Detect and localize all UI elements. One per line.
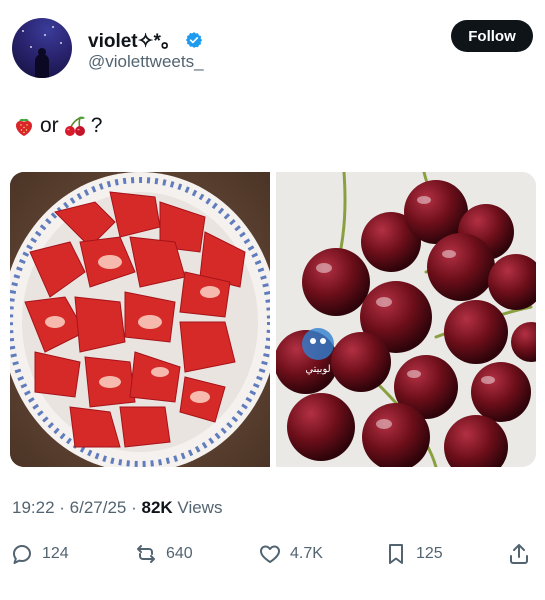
- display-name-text[interactable]: violet✧*。: [88, 26, 180, 53]
- tweet-meta: 19:22 · 6/27/25 · 82K Views: [12, 498, 222, 518]
- views-label: Views: [172, 498, 223, 517]
- views-count: 82K: [141, 498, 173, 517]
- meta-separator: ·: [126, 498, 142, 517]
- tweet-text: or ?: [12, 114, 102, 138]
- bookmark-count: 125: [416, 545, 443, 562]
- watermark-logo: لوبيتي: [302, 328, 334, 375]
- tweet-media[interactable]: لوبيتي: [10, 172, 536, 467]
- follow-button[interactable]: Follow: [451, 20, 533, 52]
- share-button[interactable]: [507, 538, 531, 570]
- like-button[interactable]: 4.7K: [258, 538, 323, 570]
- tweet-header: violet✧*。 @violettweets_ Follow: [8, 16, 533, 80]
- repost-button[interactable]: 640: [134, 538, 193, 570]
- tweet-text-question: ?: [90, 114, 103, 137]
- cherries-illustration: لوبيتي: [274, 172, 536, 467]
- tweet-actions: 124 640 4.7K 125: [10, 538, 535, 570]
- display-name[interactable]: violet✧*。: [88, 26, 203, 53]
- user-handle[interactable]: @violettweets_: [88, 52, 204, 72]
- media-photo-cherries[interactable]: لوبيتي: [274, 172, 536, 467]
- repost-icon: [137, 545, 155, 563]
- tweet-time[interactable]: 19:22: [12, 498, 55, 517]
- like-icon: [260, 545, 280, 563]
- tweet-date[interactable]: 6/27/25: [70, 498, 127, 517]
- media-photo-strawberries[interactable]: [10, 172, 278, 467]
- avatar[interactable]: [12, 18, 72, 78]
- strawberry-emoji-icon: [16, 118, 32, 136]
- tweet-text-word: or: [40, 114, 59, 137]
- reply-icon: [13, 545, 31, 564]
- repost-count: 640: [166, 545, 193, 562]
- meta-separator: ·: [54, 498, 70, 517]
- reply-button[interactable]: 124: [10, 538, 69, 570]
- cherries-emoji-icon: [64, 116, 85, 136]
- bookmark-icon: [389, 544, 403, 564]
- like-count: 4.7K: [290, 545, 323, 562]
- reply-count: 124: [42, 545, 69, 562]
- share-icon: [510, 544, 528, 564]
- watermark-text: لوبيتي: [305, 364, 330, 375]
- strawberry-bowl-illustration: [10, 172, 278, 467]
- bookmark-button[interactable]: 125: [384, 538, 443, 570]
- verified-badge-icon: [185, 31, 203, 48]
